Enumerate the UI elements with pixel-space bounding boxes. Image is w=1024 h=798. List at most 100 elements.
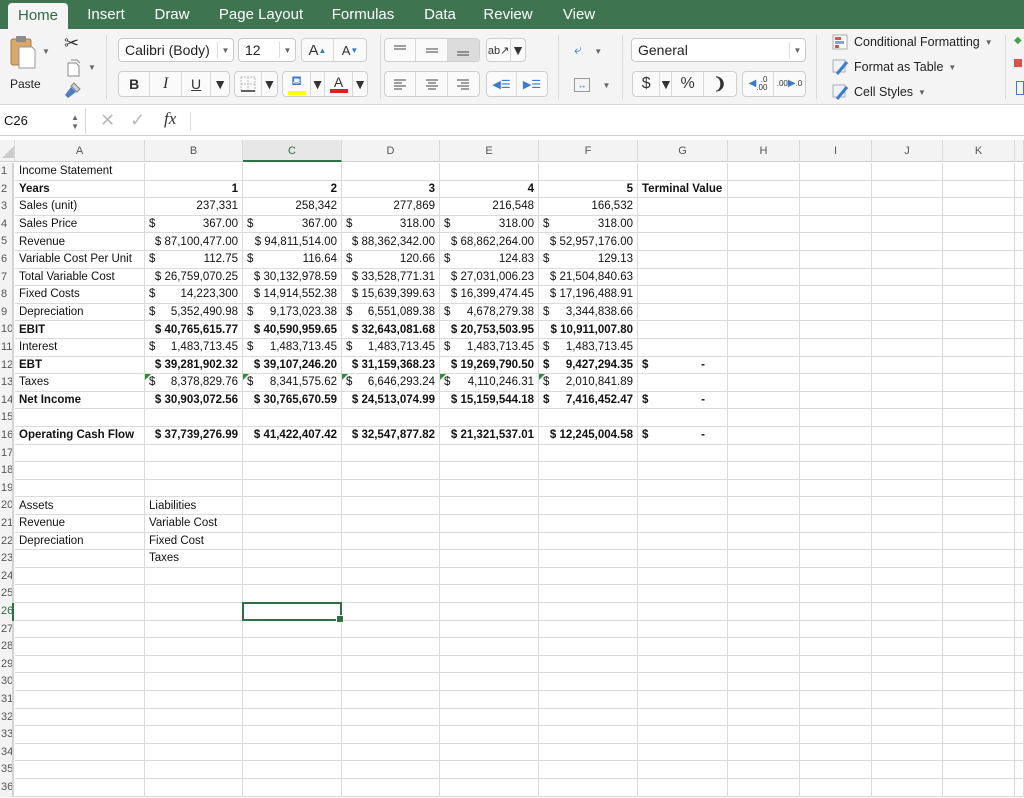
cell-g17[interactable] [638,444,728,463]
tab-draw[interactable]: Draw [146,0,198,29]
cell-b12[interactable]: $ 39,281,902.32 [145,356,243,375]
tab-data[interactable]: Data [414,0,466,29]
cell-h35[interactable] [728,761,800,779]
cell-g18[interactable] [638,462,728,480]
cell-f19[interactable] [539,479,638,498]
cell-c10[interactable]: $ 40,590,959.65 [243,321,342,339]
cell-k29[interactable] [943,655,1015,674]
row-header-20[interactable]: 20 [0,497,14,515]
cell-j12[interactable] [872,356,943,375]
cell-b36[interactable] [145,779,243,797]
cell-d36[interactable] [342,779,440,797]
cell-i22[interactable] [800,532,872,551]
align-top-button[interactable] [385,39,417,61]
cell-g24[interactable] [638,567,728,586]
cell-b17[interactable] [145,444,243,463]
row-header-4[interactable]: 4 [0,215,14,234]
cell-k6[interactable] [943,251,1015,269]
cell-c16[interactable]: $ 41,422,407.42 [243,427,342,445]
cell-h33[interactable] [728,726,800,744]
row-header-2[interactable]: 2 [0,180,14,199]
cell-b30[interactable] [145,673,243,691]
row-header-22[interactable]: 22 [0,532,14,551]
cell-h25[interactable] [728,585,800,603]
cell-a14[interactable]: Net Income [15,391,145,410]
cell-d29[interactable] [342,655,440,674]
cell-styles-button[interactable]: Cell Styles ▼ [832,81,926,103]
cell-e22[interactable] [440,532,539,551]
cell-h8[interactable] [728,286,800,304]
cell-a21[interactable]: Revenue [15,515,145,533]
cell-b32[interactable] [145,708,243,727]
row-header-24[interactable]: 24 [0,567,14,586]
cell-j24[interactable] [872,567,943,586]
cell-l1[interactable] [1015,163,1024,181]
cell-j14[interactable] [872,391,943,410]
cell-g5[interactable] [638,233,728,251]
cell-d2[interactable]: 3 [342,180,440,199]
cell-c23[interactable] [243,550,342,568]
cell-i31[interactable] [800,691,872,709]
cell-b2[interactable]: 1 [145,180,243,199]
cell-h2[interactable] [728,180,800,199]
cell-c34[interactable] [243,743,342,762]
cell-l12[interactable] [1015,356,1024,375]
cell-f26[interactable] [539,603,638,621]
cell-g11[interactable] [638,339,728,357]
cell-e19[interactable] [440,479,539,498]
cell-d13[interactable]: $6,646,293.24 [342,374,440,392]
name-box-stepper-icon[interactable]: ▲ ▼ [71,108,79,131]
cell-c22[interactable] [243,532,342,551]
cell-f35[interactable] [539,761,638,779]
cell-k18[interactable] [943,462,1015,480]
column-header-g[interactable]: G [638,140,728,162]
cell-f7[interactable]: $ 21,504,840.63 [539,268,638,287]
insert-cells-icon[interactable]: ◆ [1014,35,1022,46]
cell-i19[interactable] [800,479,872,498]
cell-g27[interactable] [638,620,728,639]
cell-h20[interactable] [728,497,800,515]
cell-j6[interactable] [872,251,943,269]
cell-g21[interactable] [638,515,728,533]
cell-c21[interactable] [243,515,342,533]
cell-c15[interactable] [243,409,342,427]
cell-k33[interactable] [943,726,1015,744]
name-box[interactable]: C26 ▲ ▼ [0,108,86,134]
comma-style-button[interactable]: ❩ [704,72,736,96]
cell-h14[interactable] [728,391,800,410]
cell-f16[interactable]: $ 12,245,004.58 [539,427,638,445]
cell-l27[interactable] [1015,620,1024,639]
cell-i15[interactable] [800,409,872,427]
cell-j26[interactable] [872,603,943,621]
cell-e7[interactable]: $ 27,031,006.23 [440,268,539,287]
cell-k34[interactable] [943,743,1015,762]
cell-j35[interactable] [872,761,943,779]
cell-a7[interactable]: Total Variable Cost [15,268,145,287]
cell-i36[interactable] [800,779,872,797]
cell-a32[interactable] [15,708,145,727]
cell-a5[interactable]: Revenue [15,233,145,251]
cell-e10[interactable]: $ 20,753,503.95 [440,321,539,339]
cell-h29[interactable] [728,655,800,674]
cell-i32[interactable] [800,708,872,727]
cell-f11[interactable]: $1,483,713.45 [539,339,638,357]
cell-g7[interactable] [638,268,728,287]
cell-f20[interactable] [539,497,638,515]
cell-h15[interactable] [728,409,800,427]
cell-f27[interactable] [539,620,638,639]
cell-a36[interactable] [15,779,145,797]
cell-d17[interactable] [342,444,440,463]
row-header-26[interactable]: 26 [0,603,14,621]
cell-l34[interactable] [1015,743,1024,762]
cell-e24[interactable] [440,567,539,586]
paste-button[interactable]: ▼ Paste [6,33,54,101]
tab-formulas[interactable]: Formulas [322,0,404,29]
row-header-18[interactable]: 18 [0,462,14,480]
row-header-10[interactable]: 10 [0,321,14,339]
cell-j1[interactable] [872,163,943,181]
cell-d22[interactable] [342,532,440,551]
cell-d24[interactable] [342,567,440,586]
row-header-29[interactable]: 29 [0,655,14,674]
insert-function-icon[interactable]: fx [164,109,176,129]
format-painter-button[interactable] [64,81,84,101]
